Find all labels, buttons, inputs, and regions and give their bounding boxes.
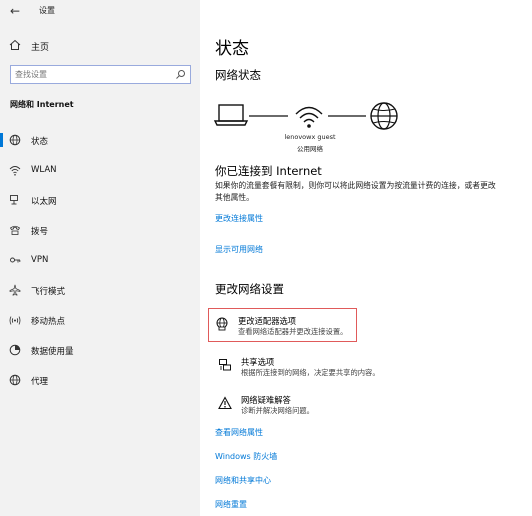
search-input[interactable] xyxy=(15,68,165,81)
sidebar-item-label: VPN xyxy=(31,255,49,265)
laptop-icon xyxy=(213,104,249,126)
hotspot-icon xyxy=(9,316,21,325)
option-title: 网络疑难解答 xyxy=(241,395,291,405)
sidebar: ← 设置 主页 网络和 Internet 状态 WLAN xyxy=(0,0,200,516)
connected-description: 如果你的流量套餐有限制，则你可以将此网络设置为按流量计费的连接，或者更改其他属性… xyxy=(215,181,496,202)
sidebar-item-data-usage[interactable]: 数据使用量 xyxy=(0,339,200,361)
active-indicator xyxy=(0,133,3,147)
view-network-properties-link[interactable]: 查看网络属性 xyxy=(215,427,263,438)
sidebar-item-home[interactable]: 主页 xyxy=(0,36,200,56)
back-arrow-icon[interactable]: ← xyxy=(6,3,24,19)
option-title: 更改适配器选项 xyxy=(238,316,297,326)
connected-heading: 你已连接到 Internet xyxy=(215,164,322,178)
sharing-options[interactable]: 共享选项 根据所连接到的网络，决定要共享的内容。 xyxy=(212,350,502,384)
sharing-icon xyxy=(219,359,231,371)
home-icon xyxy=(9,39,21,50)
window-title: 设置 xyxy=(39,6,55,15)
change-network-settings-heading: 更改网络设置 xyxy=(215,282,284,296)
wifi-icon xyxy=(9,166,21,176)
sidebar-item-dialup[interactable]: 拨号 xyxy=(0,219,200,241)
globe-icon xyxy=(9,374,21,386)
option-description: 根据所连接到的网络，决定要共享的内容。 xyxy=(241,368,380,377)
sidebar-item-label: 拨号 xyxy=(31,227,49,237)
sidebar-item-ethernet[interactable]: 以太网 xyxy=(0,189,200,211)
sidebar-item-label: 状态 xyxy=(31,137,49,147)
sidebar-item-label: 以太网 xyxy=(31,197,57,207)
page-title: 状态 xyxy=(215,39,249,59)
sidebar-item-proxy[interactable]: 代理 xyxy=(0,369,200,391)
section-label: 网络和 Internet xyxy=(10,100,74,109)
network-reset-link[interactable]: 网络重置 xyxy=(215,499,247,510)
airplane-icon xyxy=(9,284,21,296)
network-type: 公用网络 xyxy=(297,145,323,153)
network-name: lenovowx guest xyxy=(284,133,336,141)
show-available-networks-link[interactable]: 显示可用网络 xyxy=(215,244,263,255)
home-label: 主页 xyxy=(31,43,50,53)
network-status-heading: 网络状态 xyxy=(215,68,261,82)
change-adapter-options[interactable]: 更改适配器选项 查看网络适配器并更改连接设置。 xyxy=(208,308,357,342)
search-icon[interactable] xyxy=(175,69,186,80)
sidebar-item-label: 移动热点 xyxy=(31,317,66,327)
wifi-signal-icon xyxy=(295,106,323,128)
change-connection-properties-link[interactable]: 更改连接属性 xyxy=(215,213,263,224)
network-sharing-center-link[interactable]: 网络和共享中心 xyxy=(215,475,271,486)
option-description: 查看网络适配器并更改连接设置。 xyxy=(238,327,348,336)
status-globe-icon xyxy=(9,134,21,146)
network-troubleshooter[interactable]: 网络疑难解答 诊断并解决网络问题。 xyxy=(212,388,502,422)
data-usage-icon xyxy=(9,344,21,356)
sidebar-item-status[interactable]: 状态 xyxy=(0,129,200,151)
search-box[interactable] xyxy=(10,65,191,84)
sidebar-item-label: 代理 xyxy=(31,377,49,387)
sidebar-item-airplane[interactable]: 飞行模式 xyxy=(0,279,200,301)
windows-firewall-link[interactable]: Windows 防火墙 xyxy=(215,451,277,462)
title-bar: ← 设置 xyxy=(0,0,200,22)
sidebar-item-label: 数据使用量 xyxy=(31,347,74,357)
option-title: 共享选项 xyxy=(241,357,275,367)
internet-globe-icon xyxy=(370,102,398,130)
dialup-icon xyxy=(9,225,21,235)
option-description: 诊断并解决网络问题。 xyxy=(241,406,314,415)
sidebar-item-wlan[interactable]: WLAN xyxy=(0,159,200,181)
sidebar-item-vpn[interactable]: VPN xyxy=(0,249,200,271)
warning-icon xyxy=(218,396,232,410)
adapter-globe-icon xyxy=(216,317,228,331)
sidebar-item-hotspot[interactable]: 移动热点 xyxy=(0,309,200,331)
sidebar-item-label: 飞行模式 xyxy=(31,287,66,297)
main-content: 状态 网络状态 lenovowx guest 公用网络 你已连接到 Intern… xyxy=(200,0,532,516)
ethernet-icon xyxy=(10,195,18,205)
vpn-icon xyxy=(10,257,21,263)
sidebar-item-label: WLAN xyxy=(31,165,57,175)
